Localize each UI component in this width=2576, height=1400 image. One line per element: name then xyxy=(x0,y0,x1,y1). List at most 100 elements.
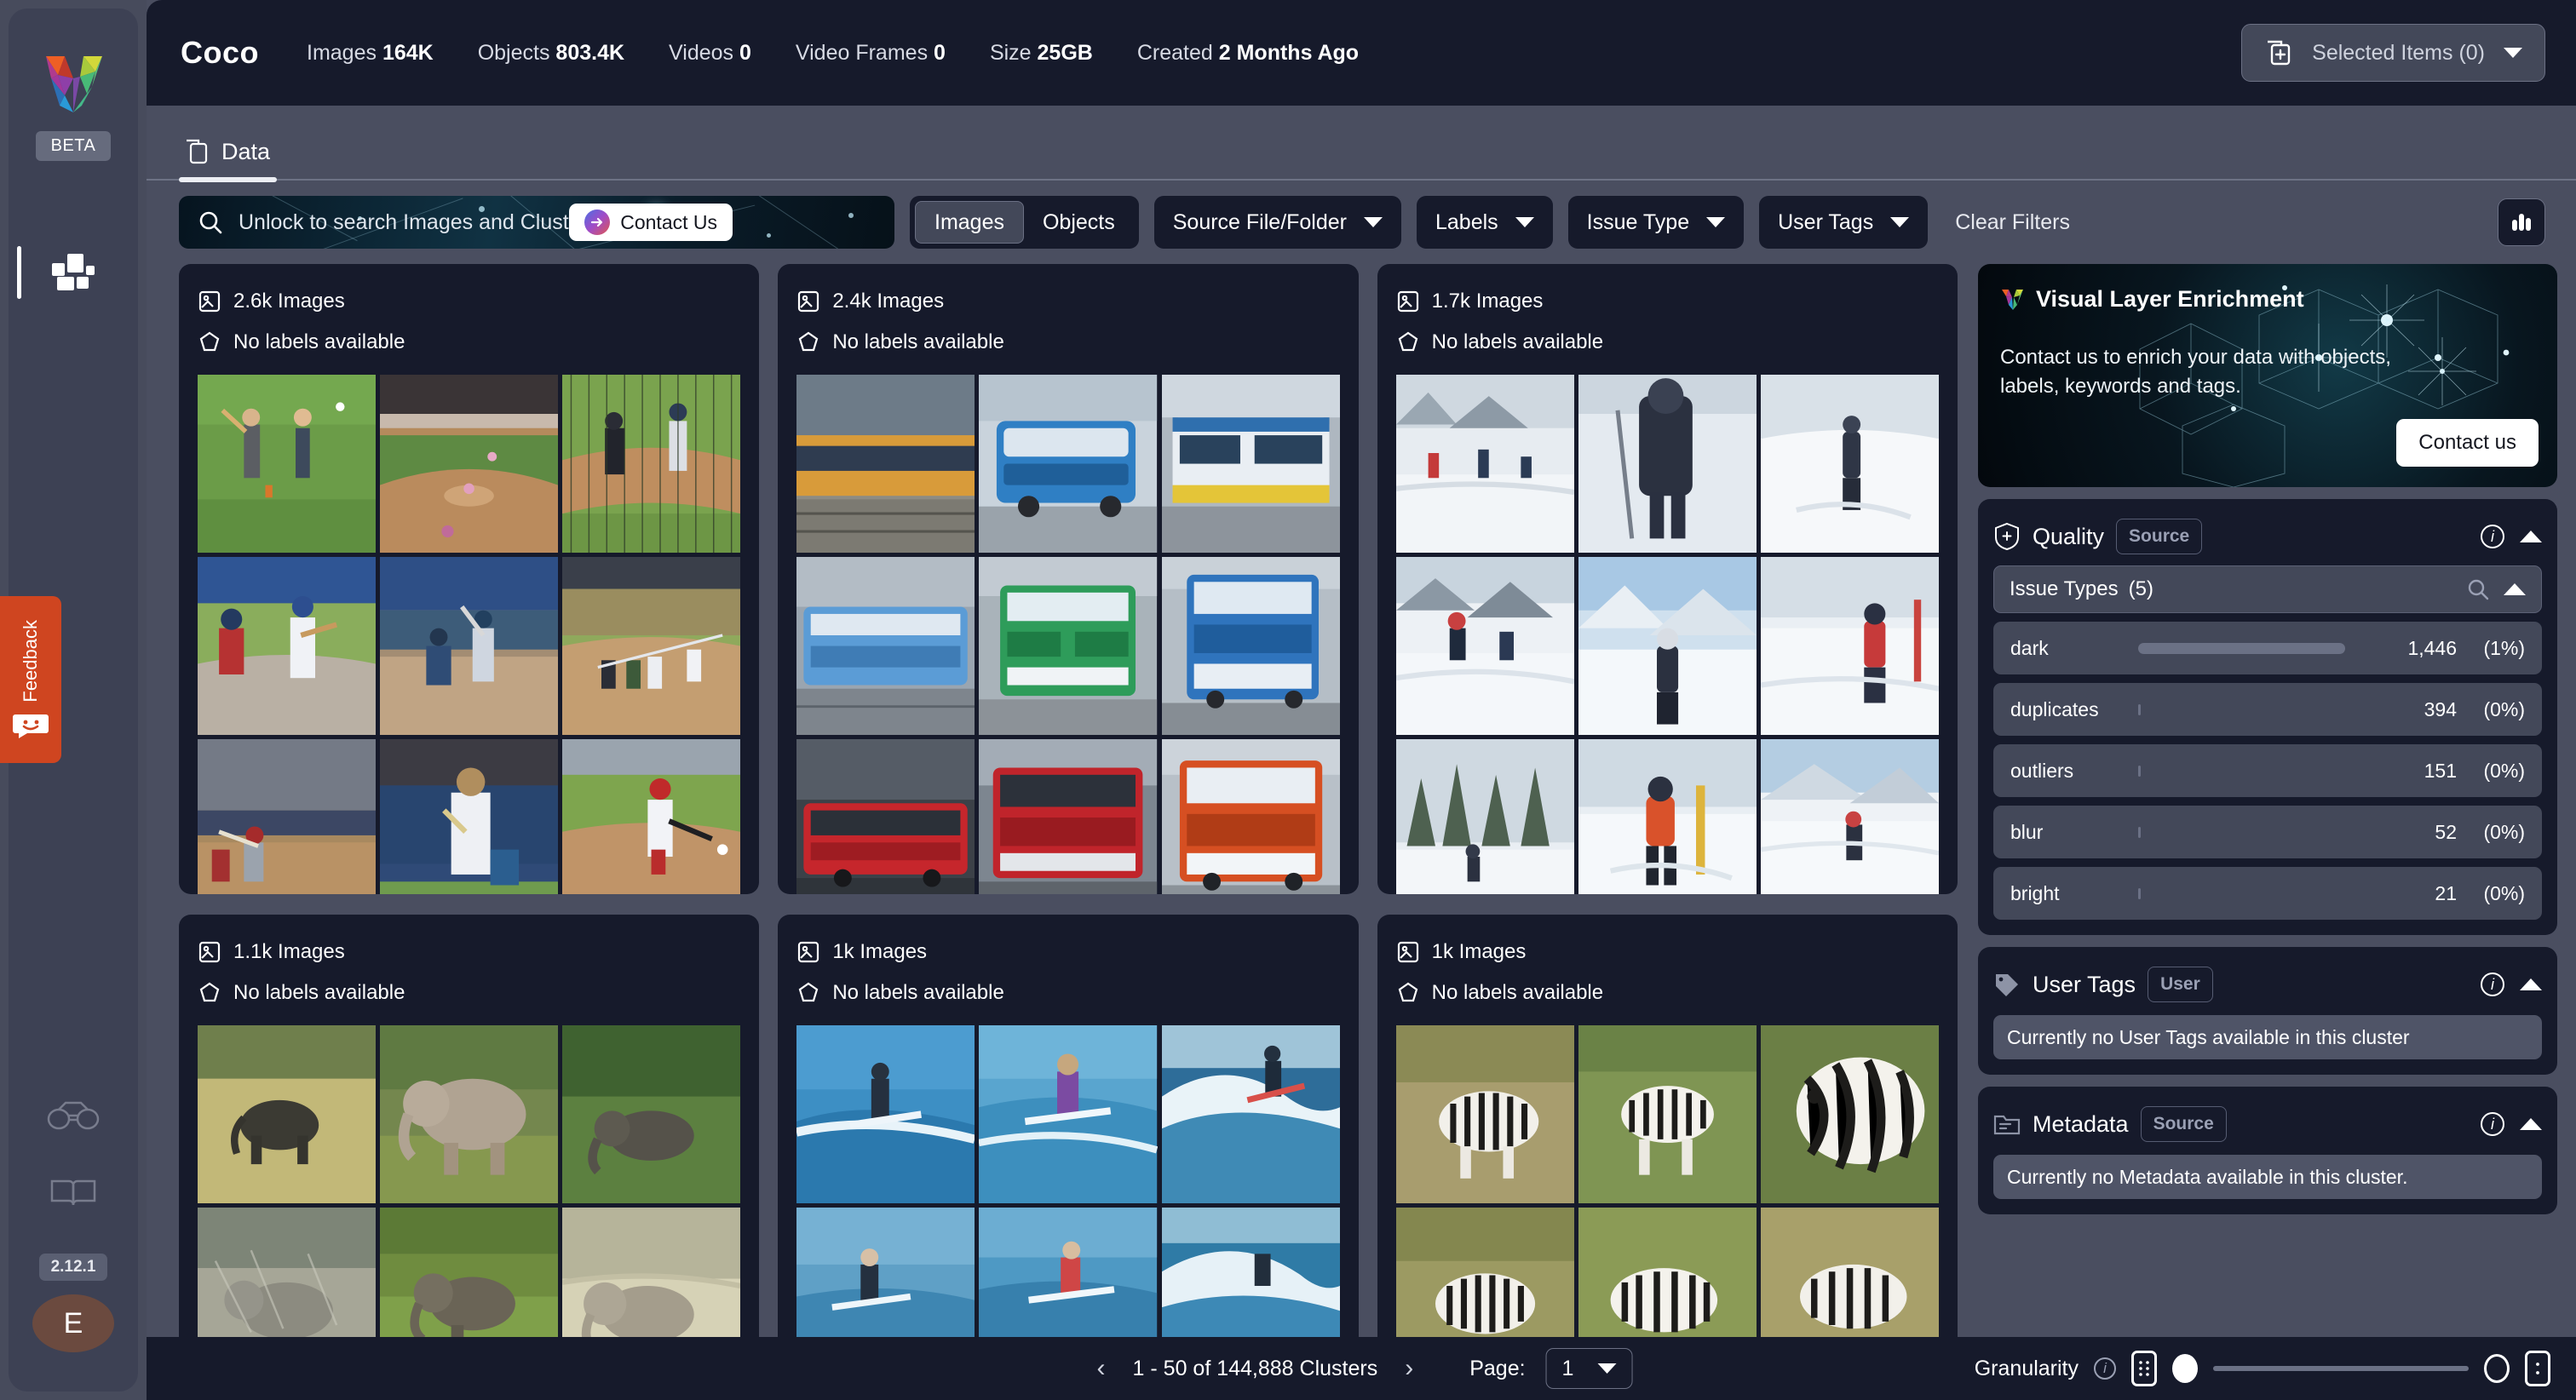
selected-items-label: Selected Items (0) xyxy=(2312,40,2485,65)
thumbnail[interactable] xyxy=(562,1025,741,1204)
granularity-slider-handle[interactable] xyxy=(2172,1354,2198,1383)
thumbnail[interactable] xyxy=(1161,739,1340,894)
toggle-images[interactable]: Images xyxy=(915,201,1024,244)
sidebar-item-explore[interactable] xyxy=(47,1099,100,1137)
thumbnail[interactable] xyxy=(198,1208,377,1337)
info-icon[interactable]: i xyxy=(2094,1357,2116,1380)
filter-labels[interactable]: Labels xyxy=(1417,196,1553,249)
info-icon[interactable]: i xyxy=(2481,525,2504,548)
statistics-toggle-button[interactable] xyxy=(2498,198,2545,246)
thumbnail[interactable] xyxy=(796,739,975,894)
granularity-min-icon[interactable] xyxy=(2131,1351,2157,1386)
chevron-up-icon[interactable] xyxy=(2520,978,2542,990)
thumbnail[interactable] xyxy=(380,1025,559,1204)
left-rail: BETA 2.12.1 E Feedback xyxy=(0,0,147,1400)
granularity-slider-track[interactable] xyxy=(2213,1366,2469,1371)
tab-data[interactable]: Data xyxy=(179,138,285,182)
info-icon[interactable]: i xyxy=(2481,1112,2504,1136)
thumbnail[interactable] xyxy=(1161,375,1340,554)
thumbnail[interactable] xyxy=(796,1025,975,1204)
thumbnail[interactable] xyxy=(979,1025,1158,1204)
filter-user-tags[interactable]: User Tags xyxy=(1759,196,1929,249)
contact-us-button[interactable]: Contact Us xyxy=(569,204,733,241)
chevron-up-icon[interactable] xyxy=(2504,583,2526,595)
thumbnail[interactable] xyxy=(562,1208,741,1337)
feedback-button[interactable]: Feedback xyxy=(0,596,61,763)
issue-row[interactable]: outliers 151 (0%) xyxy=(1993,744,2542,797)
promo-contact-us-button[interactable]: Contact us xyxy=(2396,419,2539,467)
avatar[interactable]: E xyxy=(32,1294,114,1352)
toggle-objects[interactable]: Objects xyxy=(1024,201,1134,244)
chevron-up-icon[interactable] xyxy=(2520,1118,2542,1130)
thumbnail[interactable] xyxy=(562,739,741,894)
search-input[interactable]: Unlock to search Images and Clusters Con… xyxy=(179,196,894,249)
issue-types-header[interactable]: Issue Types (5) xyxy=(1993,565,2542,613)
thumbnail[interactable] xyxy=(1760,739,1939,894)
thumbnail[interactable] xyxy=(1395,1208,1574,1337)
shield-plus-icon xyxy=(1995,522,2019,551)
thumbnail[interactable] xyxy=(1161,557,1340,736)
filter-issue-type[interactable]: Issue Type xyxy=(1567,196,1745,249)
thumbnail[interactable] xyxy=(1760,1208,1939,1337)
thumbnail[interactable] xyxy=(198,375,377,554)
issue-row[interactable]: dark 1,446 (1%) xyxy=(1993,622,2542,674)
sidebar-item-clusters[interactable] xyxy=(9,234,138,311)
thumbnail[interactable] xyxy=(1760,375,1939,554)
selected-items-dropdown[interactable]: Selected Items (0) xyxy=(2241,24,2545,82)
thumbnail[interactable] xyxy=(380,1208,559,1337)
filter-source-file-folder[interactable]: Source File/Folder xyxy=(1153,196,1401,249)
clear-filters-button[interactable]: Clear Filters xyxy=(1943,210,2082,235)
prev-page-button[interactable]: ‹ xyxy=(1090,1354,1113,1383)
thumbnail[interactable] xyxy=(1161,1025,1340,1204)
thumbnail[interactable] xyxy=(1578,1208,1757,1337)
thumbnail[interactable] xyxy=(1578,1025,1757,1204)
thumbnail[interactable] xyxy=(1395,557,1574,736)
thumbnail[interactable] xyxy=(1161,1208,1340,1337)
search-placeholder: Unlock to search Images and Clusters xyxy=(239,209,599,234)
thumbnail[interactable] xyxy=(1578,375,1757,554)
thumbnail[interactable] xyxy=(979,375,1158,554)
thumbnail[interactable] xyxy=(562,375,741,554)
thumbnail[interactable] xyxy=(979,739,1158,894)
cluster-card[interactable]: 1k Images No labels available xyxy=(778,915,1359,1337)
info-icon[interactable]: i xyxy=(2481,973,2504,996)
issue-row[interactable]: bright 21 (0%) xyxy=(1993,867,2542,920)
sidebar-item-docs[interactable] xyxy=(49,1176,98,1214)
cluster-card[interactable]: 1k Images No labels available xyxy=(1377,915,1958,1337)
issue-row[interactable]: blur 52 (0%) xyxy=(1993,806,2542,858)
thumbnail[interactable] xyxy=(198,557,377,736)
granularity-max-icon[interactable] xyxy=(2525,1351,2550,1386)
cluster-card[interactable]: 1.7k Images No labels available xyxy=(1377,264,1958,894)
thumbnail[interactable] xyxy=(796,1208,975,1337)
cluster-labels: No labels available xyxy=(832,981,1004,1004)
cluster-card[interactable]: 2.6k Images No labels available xyxy=(179,264,760,894)
cluster-card[interactable]: 2.4k Images No labels available xyxy=(778,264,1359,894)
issue-percent: (0%) xyxy=(2483,759,2525,782)
thumbnail[interactable] xyxy=(796,375,975,554)
thumbnail[interactable] xyxy=(1578,557,1757,736)
chevron-down-icon xyxy=(2504,48,2522,58)
thumbnail[interactable] xyxy=(979,557,1158,736)
thumbnail[interactable] xyxy=(796,557,975,736)
thumbnail[interactable] xyxy=(1760,1025,1939,1204)
thumbnail[interactable] xyxy=(380,557,559,736)
granularity-slider-end[interactable] xyxy=(2484,1354,2510,1383)
thumbnail[interactable] xyxy=(1760,557,1939,736)
search-icon[interactable] xyxy=(2466,577,2490,601)
chevron-up-icon[interactable] xyxy=(2520,531,2542,542)
cluster-card[interactable]: 1.1k Images No labels available xyxy=(179,915,760,1337)
issue-row[interactable]: duplicates 394 (0%) xyxy=(1993,683,2542,736)
thumbnail[interactable] xyxy=(562,557,741,736)
thumbnail[interactable] xyxy=(380,739,559,894)
thumbnail[interactable] xyxy=(1395,375,1574,554)
promo-title: Visual Layer Enrichment xyxy=(2036,286,2304,312)
thumbnail[interactable] xyxy=(380,375,559,554)
thumbnail[interactable] xyxy=(1395,739,1574,894)
page-select[interactable]: 1 xyxy=(1545,1348,1633,1389)
thumbnail[interactable] xyxy=(1395,1025,1574,1204)
thumbnail[interactable] xyxy=(198,739,377,894)
thumbnail[interactable] xyxy=(198,1025,377,1204)
thumbnail[interactable] xyxy=(1578,739,1757,894)
thumbnail[interactable] xyxy=(979,1208,1158,1337)
next-page-button[interactable]: › xyxy=(1398,1354,1420,1383)
